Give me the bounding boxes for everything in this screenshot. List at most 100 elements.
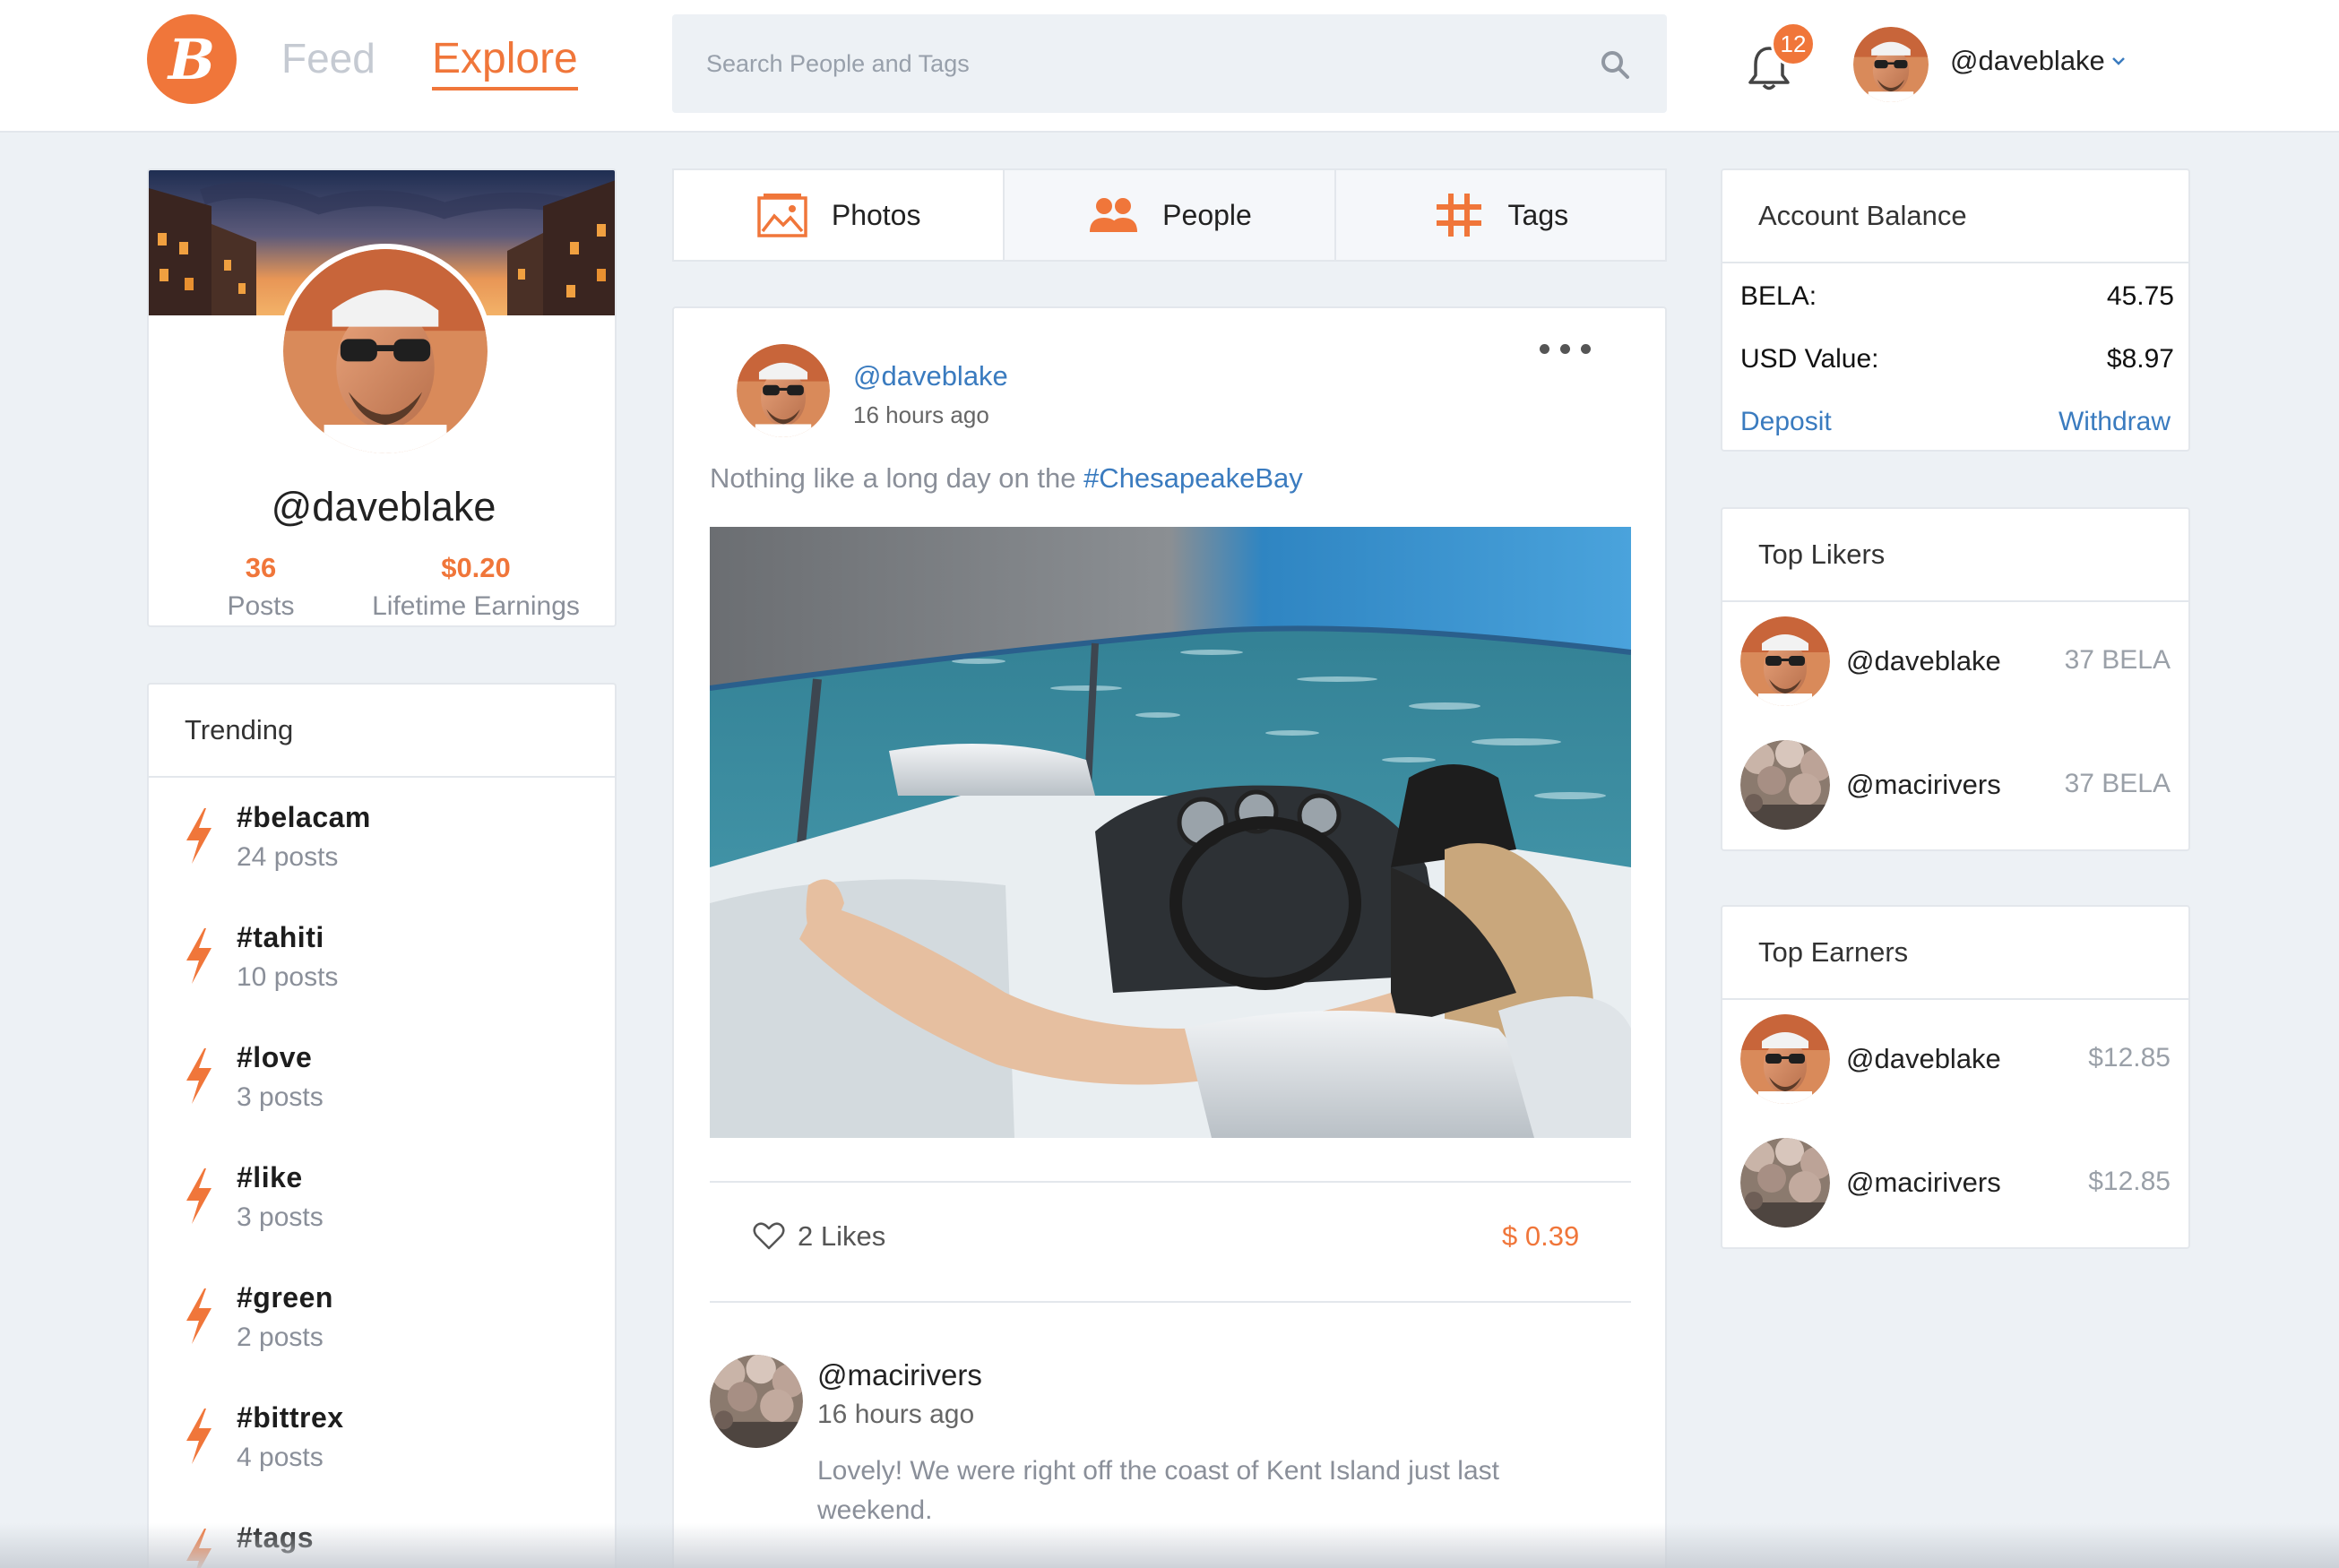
post-card: @daveblake 16 hours ago Nothing like a l… xyxy=(672,306,1667,1568)
top-earner-row[interactable]: @daveblake $12.85 xyxy=(1722,1002,2188,1118)
top-navigation-bar: B Feed Explore 12 @daveblake xyxy=(0,0,2339,133)
deposit-link[interactable]: Deposit xyxy=(1740,407,1832,437)
top-likers-title: Top Likers xyxy=(1722,509,2188,602)
notification-count-badge: 12 xyxy=(1771,22,1816,66)
top-earner-name: @macirivers xyxy=(1846,1167,2001,1198)
lightning-bolt-icon xyxy=(186,808,211,864)
trending-tag-item[interactable]: #like 3 posts xyxy=(149,1149,615,1269)
avatar xyxy=(1740,1014,1830,1104)
top-earner-name: @daveblake xyxy=(1846,1043,2001,1074)
tab-people-label: People xyxy=(1162,198,1252,231)
trending-tag-count: 24 posts xyxy=(237,842,339,872)
top-likers-card: Top Likers @daveblake 37 BELA @maciriver… xyxy=(1721,507,2190,851)
withdraw-link[interactable]: Withdraw xyxy=(2058,407,2171,437)
photo-icon xyxy=(757,194,807,237)
post-divider-bottom xyxy=(710,1301,1631,1303)
top-earners-title: Top Earners xyxy=(1722,907,2188,1000)
top-earner-value: $12.85 xyxy=(2088,1167,2171,1196)
search-input[interactable] xyxy=(706,14,1513,113)
trending-title: Trending xyxy=(149,685,615,778)
top-liker-value: 37 BELA xyxy=(2064,769,2171,798)
trending-tag-item[interactable]: #green 2 posts xyxy=(149,1269,615,1389)
likes-count: 2 Likes xyxy=(798,1220,886,1252)
post-photo[interactable] xyxy=(710,527,1631,1138)
tab-people[interactable]: People xyxy=(1005,168,1336,262)
posts-count: 36 xyxy=(245,552,277,583)
trending-tag-item[interactable]: #bittrex 4 posts xyxy=(149,1389,615,1509)
lifetime-earnings-value: $0.20 xyxy=(441,552,511,583)
trending-tag-count: 2 posts xyxy=(237,1322,324,1352)
trending-tag-count: 3 posts xyxy=(237,1082,324,1112)
top-earner-row[interactable]: @macirivers $12.85 xyxy=(1722,1125,2188,1242)
bottom-scroll-fade xyxy=(0,1523,2339,1568)
post-earnings: $ 0.39 xyxy=(1502,1220,1580,1252)
like-button[interactable]: 2 Likes xyxy=(753,1220,885,1253)
trending-card: Trending #belacam 24 posts #tahiti 10 posts… xyxy=(147,683,617,1568)
top-earner-value: $12.85 xyxy=(2088,1043,2171,1073)
avatar xyxy=(1740,1138,1830,1228)
nav-feed-link[interactable]: Feed xyxy=(281,34,375,82)
post-divider-top xyxy=(710,1181,1631,1183)
people-icon xyxy=(1090,198,1138,232)
post-author-avatar[interactable] xyxy=(737,344,830,437)
heart-icon xyxy=(753,1222,785,1250)
comment-timestamp: 16 hours ago xyxy=(817,1400,975,1429)
lightning-bolt-icon xyxy=(186,1048,211,1104)
bela-balance-row: BELA: 45.75 xyxy=(1740,281,2174,312)
top-liker-row[interactable]: @macirivers 37 BELA xyxy=(1722,728,2188,844)
trending-tag-item[interactable]: #love 3 posts xyxy=(149,1029,615,1149)
caption-text: Nothing like a long day on the xyxy=(710,462,1084,494)
explore-tabs: Photos People Tags xyxy=(672,168,1667,262)
usd-label: USD Value: xyxy=(1740,344,1879,374)
trending-tag-item[interactable]: #belacam 24 posts xyxy=(149,788,615,909)
tab-photos[interactable]: Photos xyxy=(672,168,1006,262)
trending-tag-name: #belacam xyxy=(237,801,371,833)
top-earners-card: Top Earners @daveblake $12.85 @maciriver… xyxy=(1721,905,2190,1249)
bela-value: 45.75 xyxy=(2106,281,2174,311)
top-liker-name: @daveblake xyxy=(1846,645,2001,676)
lightning-bolt-icon xyxy=(186,1288,211,1344)
trending-tag-name: #tahiti xyxy=(237,921,324,953)
trending-tag-name: #green xyxy=(237,1281,333,1314)
belacam-logo[interactable]: B xyxy=(147,14,237,104)
profile-avatar-image xyxy=(283,249,488,453)
trending-tag-count: 4 posts xyxy=(237,1443,324,1472)
trending-tag-name: #bittrex xyxy=(237,1401,344,1434)
avatar xyxy=(1740,616,1830,706)
user-menu-username[interactable]: @daveblake xyxy=(1950,45,2105,77)
search-icon[interactable] xyxy=(1599,48,1631,81)
avatar xyxy=(1740,740,1830,830)
bela-label: BELA: xyxy=(1740,281,1817,311)
post-caption: Nothing like a long day on the #Chesapea… xyxy=(710,462,1303,495)
trending-tag-name: #like xyxy=(237,1161,303,1193)
profile-avatar[interactable] xyxy=(278,244,493,459)
top-liker-row[interactable]: @daveblake 37 BELA xyxy=(1722,604,2188,720)
caption-hashtag-link[interactable]: #ChesapeakeBay xyxy=(1083,462,1303,494)
lightning-bolt-icon xyxy=(186,1168,211,1224)
more-options-icon[interactable] xyxy=(1540,344,1591,354)
trending-tag-name: #love xyxy=(237,1041,313,1073)
lightning-bolt-icon xyxy=(186,928,211,984)
nav-explore-link[interactable]: Explore xyxy=(432,34,578,90)
post-timestamp: 16 hours ago xyxy=(853,401,989,428)
trending-tag-count: 10 posts xyxy=(237,962,339,992)
tab-photos-label: Photos xyxy=(831,198,921,231)
post-author-username[interactable]: @daveblake xyxy=(853,360,1008,392)
chevron-down-icon[interactable] xyxy=(2110,54,2128,68)
comment-author-username[interactable]: @macirivers xyxy=(817,1358,982,1392)
comment-author-avatar[interactable] xyxy=(710,1355,803,1448)
lifetime-earnings-label: Lifetime Earnings xyxy=(372,591,580,621)
usd-value-row: USD Value: $8.97 xyxy=(1740,344,2174,375)
profile-username: @daveblake xyxy=(271,484,496,530)
trending-tag-item[interactable]: #tahiti 10 posts xyxy=(149,909,615,1029)
posts-label: Posts xyxy=(227,591,295,621)
account-balance-title: Account Balance xyxy=(1722,170,2188,263)
trending-tag-count: 3 posts xyxy=(237,1202,324,1232)
user-avatar[interactable] xyxy=(1853,27,1929,102)
search-bar xyxy=(672,14,1667,113)
profile-card: @daveblake 36 Posts $0.20 Lifetime Earni… xyxy=(147,168,617,627)
tab-tags[interactable]: Tags xyxy=(1335,168,1667,262)
lightning-bolt-icon xyxy=(186,1409,211,1464)
hashtag-icon xyxy=(1436,194,1481,237)
usd-value: $8.97 xyxy=(2106,344,2174,374)
